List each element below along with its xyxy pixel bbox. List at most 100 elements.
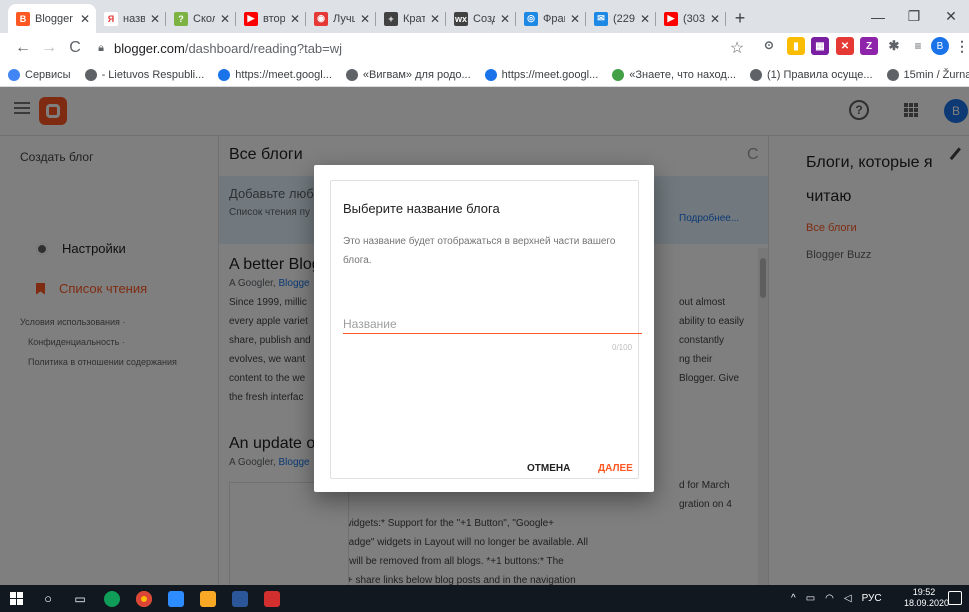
bookmark-item[interactable]: - Lietuvos Respubli...	[84, 68, 205, 81]
tab-strip: BBlogger✕Яназван✕?Сколь✕▶второй✕◉Лучше✕+…	[0, 0, 969, 33]
tab-title: Франц	[543, 12, 565, 25]
browser-menu-icon[interactable]: ⋮	[953, 37, 969, 55]
next-button[interactable]: ДАЛЕЕ	[598, 463, 633, 474]
bookmark-favicon-icon	[345, 68, 358, 81]
extension-icon[interactable]: ▦	[811, 37, 829, 55]
volume-icon[interactable]: ◁	[844, 593, 852, 604]
cancel-button[interactable]: ОТМЕНА	[527, 463, 570, 474]
tab-title: Сколь	[193, 12, 215, 25]
bookmark-item[interactable]: «Знаете, что наход...	[612, 68, 736, 81]
bookmark-favicon-icon	[8, 68, 20, 81]
browser-tab[interactable]: ◉ Лучше ✕	[306, 4, 376, 33]
extensions-puzzle-icon[interactable]: ✱	[885, 37, 903, 55]
tab-favicon-icon: ✉	[594, 11, 608, 26]
tab-favicon-icon: B	[16, 11, 30, 26]
extension-icon[interactable]: ⵙ	[760, 37, 778, 55]
tab-close-icon[interactable]: ✕	[220, 12, 230, 26]
bookmark-label: - Lietuvos Respubli...	[101, 68, 205, 81]
profile-avatar[interactable]: B	[931, 37, 949, 55]
tab-close-icon[interactable]: ✕	[430, 12, 440, 26]
windows-start-icon[interactable]	[0, 585, 32, 612]
tab-close-icon[interactable]: ✕	[710, 12, 720, 26]
url-host: blogger.com	[114, 40, 185, 56]
new-tab-button[interactable]: +	[726, 4, 754, 33]
wifi-icon[interactable]: ◠	[825, 593, 834, 604]
browser-tab[interactable]: ▶ второй ✕	[236, 4, 306, 33]
dialog-description: Это название будет отображаться в верхне…	[343, 236, 616, 266]
bookmark-item[interactable]: https://meet.googl...	[218, 68, 332, 81]
tab-title: Blogger	[35, 12, 73, 25]
extension-icon[interactable]: ▮	[787, 37, 805, 55]
notifications-icon[interactable]	[948, 591, 962, 605]
file-explorer-icon[interactable]	[192, 585, 224, 612]
char-counter: 0/100	[612, 343, 633, 352]
tab-title: (303)	[683, 12, 705, 25]
bookmark-favicon-icon	[218, 68, 231, 81]
tab-close-icon[interactable]: ✕	[640, 12, 650, 26]
browser-tab[interactable]: ▶ (303) ✕	[656, 4, 726, 33]
blog-name-input[interactable]	[343, 314, 642, 334]
tab-close-icon[interactable]: ✕	[360, 12, 370, 26]
bookmark-favicon-icon	[84, 68, 97, 81]
close-window-button[interactable]: ✕	[933, 0, 969, 33]
tab-close-icon[interactable]: ✕	[150, 12, 160, 26]
dialog-content: Выберите название блога Это название буд…	[330, 180, 642, 479]
bookmark-item[interactable]: «Вигвам» для родо...	[345, 68, 471, 81]
reading-list-icon[interactable]: ≡	[909, 37, 927, 55]
tab-title: Лучше	[333, 12, 355, 25]
tab-close-icon[interactable]: ✕	[500, 12, 510, 26]
browser-tab[interactable]: ✉ (22959 ✕	[586, 4, 656, 33]
tab-title: второй	[263, 12, 285, 25]
reload-button[interactable]: C	[62, 35, 88, 61]
clock[interactable]: 19:52 18.09.2020	[904, 587, 949, 609]
extension-icon[interactable]: Z	[860, 37, 878, 55]
browser-tab[interactable]: Яназван ✕	[96, 4, 166, 33]
forward-button[interactable]: →	[36, 35, 62, 61]
bookmark-favicon-icon	[749, 68, 762, 81]
bookmark-item[interactable]: Сервисы	[8, 68, 71, 81]
bookmark-label: Сервисы	[25, 68, 71, 81]
bookmark-item[interactable]: (1) Правила осуще...	[749, 68, 873, 81]
system-tray: ^ ▭ ◠ ◁ РУС	[791, 585, 882, 612]
url-path: /dashboard/reading?tab=wj	[184, 40, 343, 56]
minimize-button[interactable]: —	[860, 0, 896, 33]
tab-favicon-icon: ▶	[244, 11, 258, 26]
acrobat-icon[interactable]	[256, 585, 288, 612]
show-hidden-icons-icon[interactable]: ^	[791, 593, 796, 604]
task-view-icon[interactable]: ▭	[64, 585, 96, 612]
browser-tab[interactable]: B Blogger ✕	[8, 4, 96, 33]
bookmarks-bar: Сервисы - Lietuvos Respubli... https://mee…	[0, 63, 969, 87]
zoom-icon[interactable]	[160, 585, 192, 612]
tab-favicon-icon: ◉	[314, 11, 328, 26]
language-indicator[interactable]: РУС	[862, 593, 882, 604]
tab-favicon-icon: ◎	[524, 11, 538, 26]
tab-title: назван	[123, 12, 145, 25]
extension-icon[interactable]: ✕	[836, 37, 854, 55]
bookmark-label: 15min / Žurnalas „Ž...	[903, 68, 969, 81]
browser-tab[interactable]: ? Сколь ✕	[166, 4, 236, 33]
browser-tab[interactable]: wx Создат ✕	[446, 4, 516, 33]
tab-close-icon[interactable]: ✕	[80, 12, 90, 26]
network-icon[interactable]: ▭	[806, 593, 815, 604]
bookmark-label: (1) Правила осуще...	[766, 68, 873, 81]
bookmark-label: «Вигвам» для родо...	[362, 68, 471, 81]
bookmark-item[interactable]: https://meet.googl...	[484, 68, 598, 81]
tab-close-icon[interactable]: ✕	[570, 12, 580, 26]
address-bar[interactable]: 🔒︎ blogger.com/dashboard/reading?tab=wj	[94, 36, 754, 60]
tab-favicon-icon: Я	[104, 11, 118, 26]
search-icon[interactable]: ○	[32, 585, 64, 612]
maximize-button[interactable]: ❐	[896, 0, 932, 33]
tab-favicon-icon: ▶	[664, 11, 678, 26]
blog-name-dialog: Выберите название блога Это название буд…	[314, 165, 654, 492]
browser-tab[interactable]: + Кратко ✕	[376, 4, 446, 33]
browser-tab[interactable]: ◎ Франц ✕	[516, 4, 586, 33]
edge-icon[interactable]	[96, 585, 128, 612]
bookmark-item[interactable]: 15min / Žurnalas „Ž...	[886, 68, 969, 81]
chrome-icon[interactable]	[128, 585, 160, 612]
bookmark-star-icon[interactable]: ☆	[724, 35, 750, 61]
back-button[interactable]: ←	[10, 35, 36, 61]
tab-title: Создат	[473, 12, 495, 25]
tab-close-icon[interactable]: ✕	[290, 12, 300, 26]
word-icon[interactable]	[224, 585, 256, 612]
tab-title: Кратко	[403, 12, 425, 25]
